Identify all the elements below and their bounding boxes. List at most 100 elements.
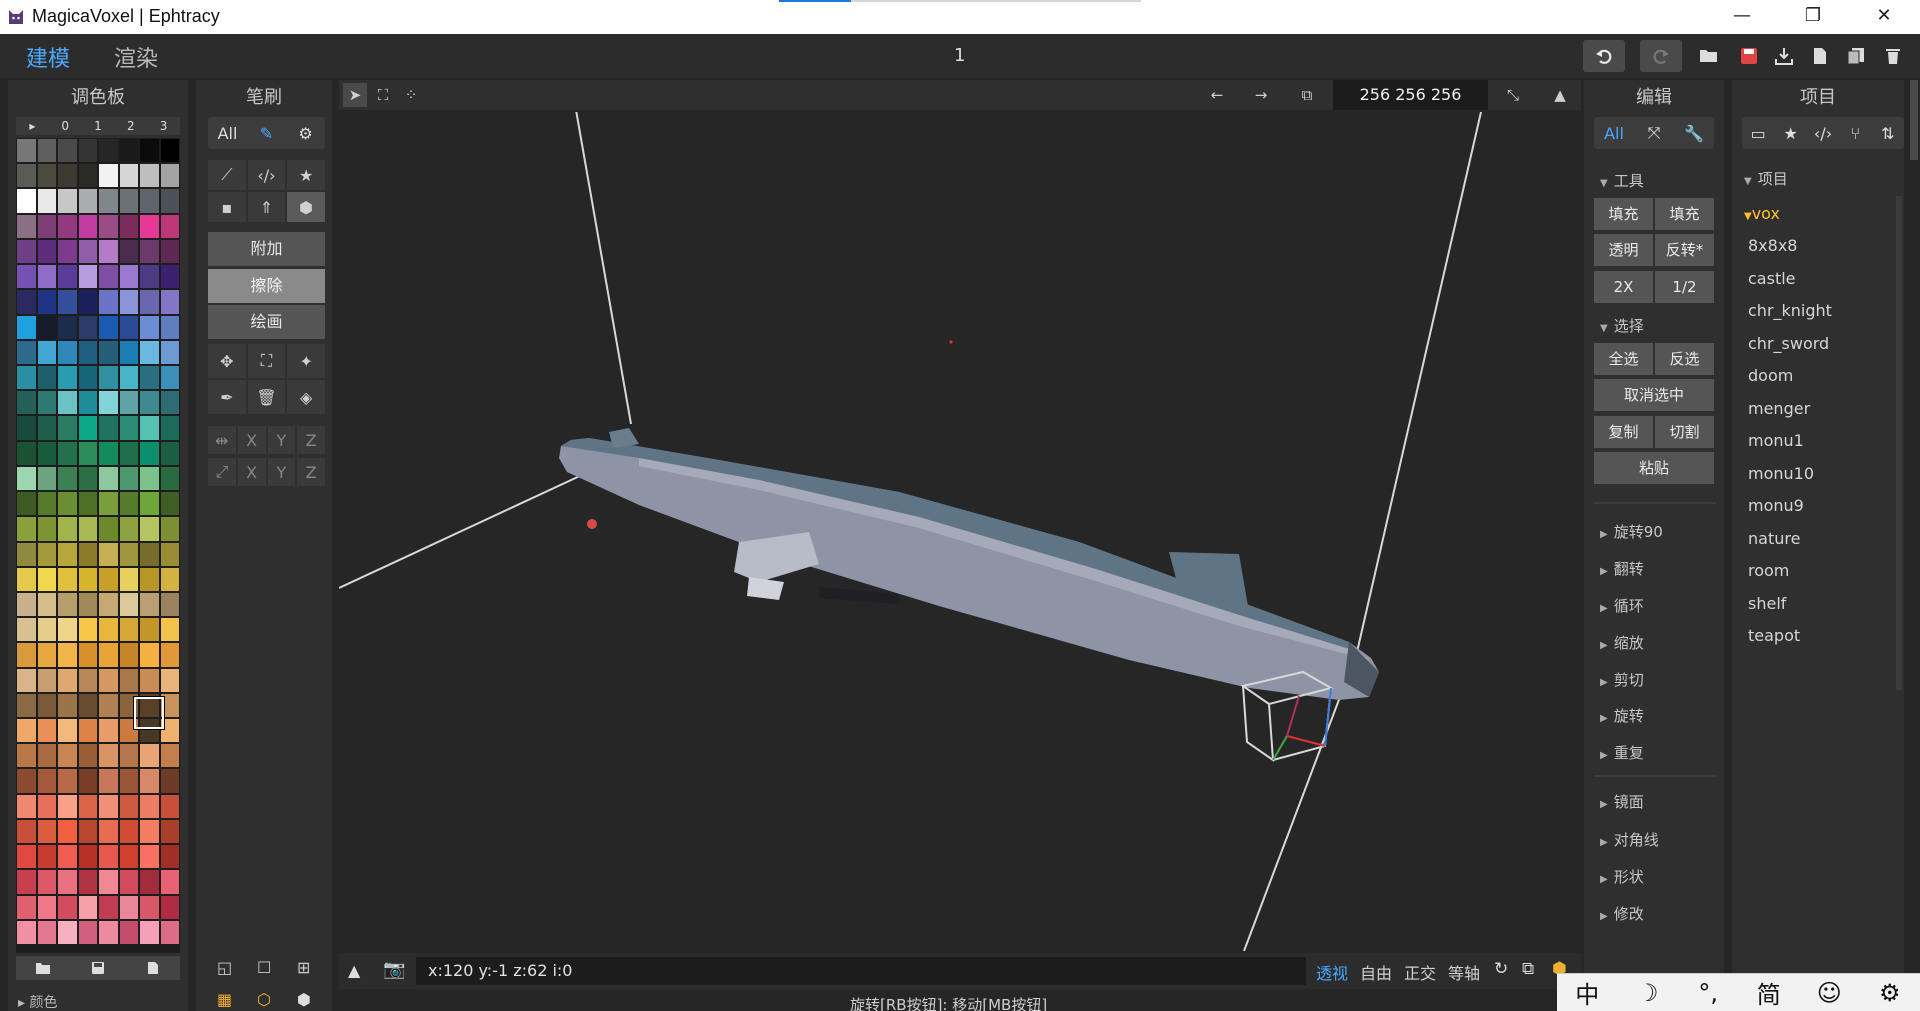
fold-flip[interactable]: ▶ 翻转 xyxy=(1600,558,1644,579)
palette-swatch[interactable] xyxy=(58,693,77,718)
palette-swatch[interactable] xyxy=(160,239,179,264)
minimize-button[interactable]: — xyxy=(1713,0,1771,34)
code-icon[interactable]: ‹/› xyxy=(1807,124,1839,143)
palette-swatch[interactable] xyxy=(58,239,77,264)
fold-diagonal[interactable]: ▶ 对角线 xyxy=(1600,829,1659,850)
palette-page-2[interactable]: 2 xyxy=(114,117,147,135)
palette-swatch[interactable] xyxy=(58,315,77,339)
mode-paint-button[interactable]: 绘画 xyxy=(208,305,325,339)
collapse-icon[interactable]: ▲ xyxy=(1548,83,1572,107)
palette-swatch[interactable] xyxy=(119,920,138,944)
palette-swatch[interactable] xyxy=(37,794,56,818)
palette-swatch[interactable] xyxy=(99,542,118,566)
fold-scale[interactable]: ▶ 缩放 xyxy=(1600,632,1644,653)
palette-swatch[interactable] xyxy=(119,365,138,390)
palette-swatch[interactable] xyxy=(17,794,36,818)
star-brush-icon[interactable]: ★ xyxy=(287,160,325,190)
palette-swatch[interactable] xyxy=(140,265,159,289)
axis-z-toggle[interactable]: Z xyxy=(297,458,325,486)
palette-swatch[interactable] xyxy=(140,819,159,844)
pointer-tool-icon[interactable]: ➤ xyxy=(343,83,367,107)
palette-swatch[interactable] xyxy=(17,643,36,667)
palette-swatch[interactable] xyxy=(58,870,77,894)
palette-swatch[interactable] xyxy=(140,189,159,213)
palette-swatch[interactable] xyxy=(140,214,159,238)
palette-swatch[interactable] xyxy=(37,189,56,213)
palette-swatch[interactable] xyxy=(17,870,36,894)
palette-swatch[interactable] xyxy=(17,189,36,213)
palette-swatch[interactable] xyxy=(37,441,56,465)
palette-swatch[interactable] xyxy=(160,542,179,566)
palette-swatch[interactable] xyxy=(140,340,159,364)
palette-swatch[interactable] xyxy=(119,845,138,869)
palette-swatch[interactable] xyxy=(140,643,159,667)
ime-emoji-icon[interactable]: ☺ xyxy=(1799,979,1860,1007)
deselect-button[interactable]: 取消选中 xyxy=(1594,379,1714,411)
palette-swatch[interactable] xyxy=(37,643,56,667)
palette-swatch[interactable] xyxy=(140,769,159,793)
project-item[interactable]: teapot xyxy=(1748,626,1800,645)
mode-render-tab[interactable]: 渲染 xyxy=(114,41,158,73)
palette-swatch[interactable] xyxy=(17,517,36,541)
palette-swatch[interactable] xyxy=(99,265,118,289)
shrink-icon[interactable]: ⤡ xyxy=(1501,83,1525,107)
palette-swatch[interactable] xyxy=(58,517,77,541)
copy-file-button[interactable] xyxy=(1839,40,1873,72)
palette-swatch[interactable] xyxy=(99,164,118,188)
palette-page-play[interactable]: ▸ xyxy=(16,117,49,135)
palette-swatch[interactable] xyxy=(17,239,36,264)
palette-swatch[interactable] xyxy=(99,239,118,264)
palette-swatch[interactable] xyxy=(160,517,179,541)
submarine-model[interactable] xyxy=(559,428,1379,700)
mode-attach-button[interactable]: 附加 xyxy=(208,232,325,266)
palette-swatch[interactable] xyxy=(99,719,118,743)
palette-swatch[interactable] xyxy=(99,315,118,339)
project-item[interactable]: monu9 xyxy=(1748,496,1804,515)
arrow-left-icon[interactable]: ← xyxy=(1205,83,1229,107)
palette-swatch[interactable] xyxy=(119,189,138,213)
palette-swatch[interactable] xyxy=(37,139,56,163)
palette-color-section[interactable]: ▸ 颜色 xyxy=(18,992,57,1011)
project-item[interactable]: doom xyxy=(1748,366,1793,385)
edit-expand-icon[interactable]: ⤧ xyxy=(1634,123,1674,143)
axis-y-toggle[interactable]: Y xyxy=(267,458,296,486)
select-all-button[interactable]: 全选 xyxy=(1594,343,1653,375)
palette-swatch[interactable] xyxy=(140,794,159,818)
palette-swatch[interactable] xyxy=(17,365,36,390)
palette-swatch[interactable] xyxy=(58,164,77,188)
palette-swatch[interactable] xyxy=(160,265,179,289)
transparent-button[interactable]: 透明 xyxy=(1594,234,1653,266)
palette-swatch[interactable] xyxy=(58,189,77,213)
palette-swatch[interactable] xyxy=(58,492,77,516)
palette-swatch[interactable] xyxy=(99,340,118,364)
palette-swatch[interactable] xyxy=(17,139,36,163)
project-item[interactable]: monu10 xyxy=(1748,464,1814,483)
save-button[interactable] xyxy=(1732,40,1766,72)
palette-swatch[interactable] xyxy=(37,492,56,516)
palette-swatch[interactable] xyxy=(58,567,77,591)
view-perspective[interactable]: 透视 xyxy=(1316,960,1348,984)
palette-swatch[interactable] xyxy=(140,517,159,541)
palette-swatch[interactable] xyxy=(78,693,97,718)
volume-size-field[interactable]: 256 256 256 xyxy=(1333,80,1488,110)
rotate-view-icon[interactable]: ↻ xyxy=(1494,959,1508,979)
palette-swatch[interactable] xyxy=(99,492,118,516)
palette-swatch[interactable] xyxy=(17,895,36,919)
palette-swatch[interactable] xyxy=(160,189,179,213)
palette-swatch[interactable] xyxy=(160,845,179,869)
edit-filter-all[interactable]: All xyxy=(1594,124,1634,143)
palette-swatch[interactable] xyxy=(160,365,179,390)
favorite-star-icon[interactable]: ★ xyxy=(1774,124,1806,143)
palette-swatch[interactable] xyxy=(78,214,97,238)
palette-swatch[interactable] xyxy=(119,239,138,264)
palette-swatch[interactable] xyxy=(160,164,179,188)
select-box-icon[interactable]: ⛶ xyxy=(247,344,286,378)
project-scrollbar[interactable] xyxy=(1896,196,1902,690)
palette-swatch[interactable] xyxy=(78,340,97,364)
palette-swatch[interactable] xyxy=(78,542,97,566)
project-section[interactable]: ▼ 项目 xyxy=(1744,168,1788,189)
palette-swatch[interactable] xyxy=(119,618,138,642)
palette-swatch[interactable] xyxy=(37,466,56,491)
palette-swatch[interactable] xyxy=(37,920,56,944)
select-section[interactable]: ▼ 选择 xyxy=(1600,315,1644,336)
